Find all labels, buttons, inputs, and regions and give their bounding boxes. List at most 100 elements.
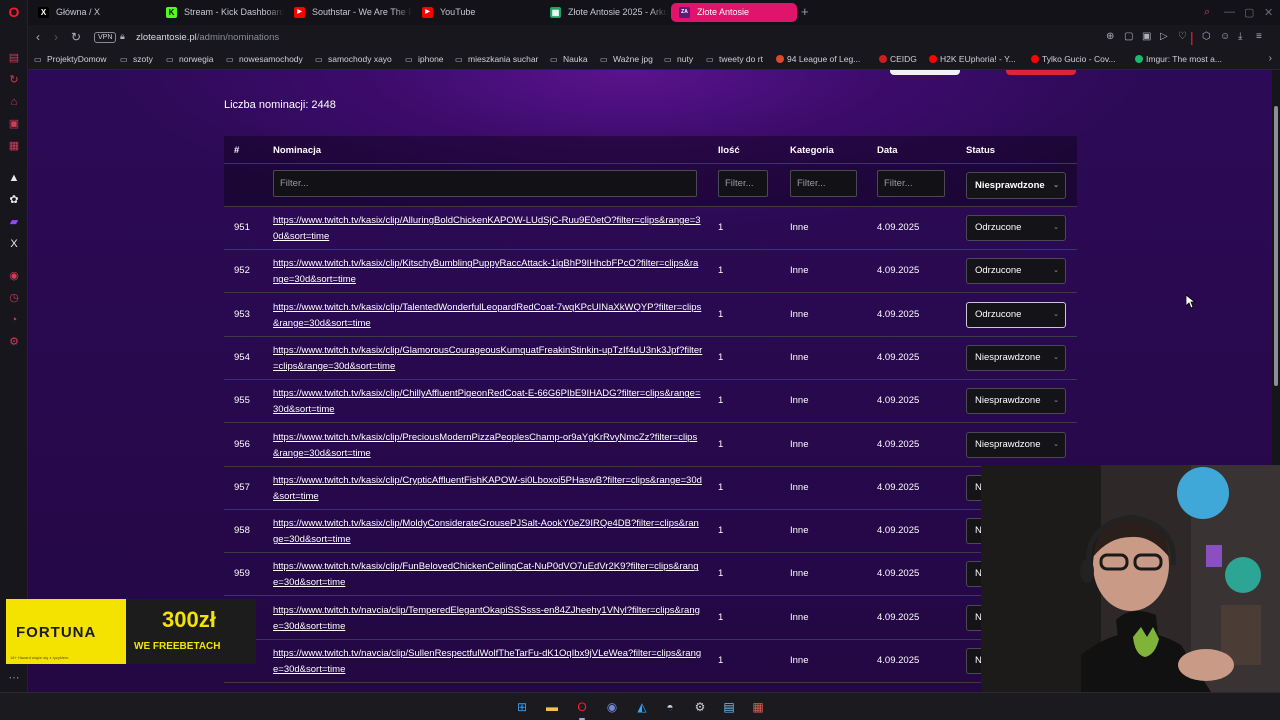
forward-icon[interactable]: › — [54, 30, 58, 44]
status-select[interactable]: Niesprawdzone ⌄ — [966, 388, 1066, 415]
nomination-link[interactable]: https://www.twitch.tv/kasix/clip/Kitschy… — [273, 256, 703, 288]
bookmark-link[interactable]: Tylko Gucio - Cov... — [1031, 54, 1116, 64]
bookmark-folder[interactable]: ▭ Ważne jpg — [600, 54, 653, 64]
status-select[interactable]: Odrzucone ⌄ — [966, 301, 1066, 328]
bookmark-folder[interactable]: ▭ iphone — [405, 54, 444, 64]
tab-sheets[interactable]: ▦ Złote Antosie 2025 - Arkusze — [542, 3, 668, 22]
snapshot-icon[interactable]: ▢ — [1124, 31, 1133, 42]
wallet-icon[interactable]: ▣ — [8, 118, 20, 130]
status-filter-select[interactable]: Niesprawdzone ⌄ — [966, 172, 1066, 199]
notepad-icon[interactable]: ▤ — [721, 699, 737, 715]
status-select[interactable]: Niesprawdzone ⌄ — [966, 344, 1066, 371]
shopping-icon[interactable]: ⌂ — [8, 96, 20, 108]
nomination-link[interactable]: https://www.twitch.tv/navcia/clip/Sullen… — [273, 646, 703, 678]
nomination-link[interactable]: https://www.twitch.tv/kasix/clip/ChillyA… — [273, 386, 703, 418]
nomination-link[interactable]: https://www.twitch.tv/kasix/clip/FunBelo… — [273, 559, 703, 591]
close-icon[interactable]: ✕ — [1264, 6, 1273, 19]
aria-ai-icon[interactable]: ▲ — [8, 172, 20, 184]
bookmarks-more-icon[interactable]: › — [1269, 53, 1272, 64]
heart-icon[interactable]: ♡ — [1178, 31, 1187, 42]
player-play-icon[interactable]: ▷ — [1160, 31, 1168, 42]
date-filter-input[interactable] — [877, 170, 945, 197]
start-icon[interactable]: ⊞ — [514, 699, 530, 715]
easy-setup-icon[interactable]: ≡ — [1256, 31, 1262, 42]
maximize-icon[interactable]: ▢ — [1244, 6, 1254, 19]
download-icon[interactable]: ⤓ — [1238, 31, 1242, 42]
bookmark-folder[interactable]: ▭ Nauka — [550, 54, 588, 64]
reload-icon[interactable]: ↻ — [71, 30, 81, 44]
messenger-taskbar-icon[interactable]: ◭ — [634, 699, 650, 715]
more-icon[interactable]: ⋯ — [8, 672, 20, 684]
steam-icon[interactable]: ◓ — [662, 699, 678, 715]
status-select[interactable]: Odrzucone ⌄ — [966, 215, 1066, 241]
scrollbar-thumb[interactable] — [1274, 106, 1278, 386]
header-qty[interactable]: Ilość — [718, 145, 740, 156]
extensions-icon[interactable]: ⬡ — [1202, 31, 1211, 42]
tab-zlote-antosie[interactable]: ZA Złote Antosie — [671, 3, 797, 22]
nomination-link[interactable]: https://www.twitch.tv/kasix/clip/MoldyCo… — [273, 516, 703, 548]
header-button[interactable] — [890, 70, 960, 75]
bookmark-link[interactable]: Imgur: The most a... — [1135, 54, 1222, 64]
history-icon[interactable]: ▤ — [8, 52, 20, 64]
header-category[interactable]: Kategoria — [790, 145, 834, 156]
new-tab-button[interactable]: + — [801, 4, 809, 19]
minimize-icon[interactable]: — — [1224, 6, 1235, 18]
nomination-link[interactable]: https://www.twitch.tv/kasix/clip/Talente… — [273, 300, 703, 332]
status-select[interactable]: Niesprawdzone ⌄ — [966, 431, 1066, 458]
tab-youtube[interactable]: ▶ YouTube — [414, 3, 540, 22]
header-date[interactable]: Data — [877, 145, 898, 156]
qty-filter-input[interactable] — [718, 170, 768, 197]
search-tabs-icon[interactable]: ⌕ — [1204, 6, 1210, 19]
refresh-feed-icon[interactable]: ↻ — [8, 74, 20, 86]
bookmark-folder[interactable]: ▭ nuty — [664, 54, 693, 64]
bookmark-folder[interactable]: ▭ mieszkania suchar — [455, 54, 538, 64]
bookmark-link[interactable]: 94 League of Leg... — [776, 54, 860, 64]
row-category: Inne — [790, 525, 809, 537]
back-icon[interactable]: ‹ — [36, 30, 40, 44]
nomination-link[interactable]: https://www.twitch.tv/kasix/clip/Preciou… — [273, 430, 703, 462]
bookmark-folder[interactable]: ▭ szoty — [120, 54, 153, 64]
header-nomination[interactable]: Nominacja — [273, 145, 321, 156]
bookmark-link[interactable]: CEIDG — [879, 54, 917, 64]
twitch-icon[interactable]: ▰ — [8, 216, 20, 228]
url-field[interactable]: zloteantosie.pl/admin/nominations — [136, 32, 279, 43]
header-logout-button[interactable] — [1006, 70, 1076, 75]
nomination-link[interactable]: https://www.twitch.tv/navcia/clip/Temper… — [273, 603, 703, 635]
clock-icon[interactable]: ◷ — [8, 292, 20, 304]
calendar-icon[interactable]: ▦ — [8, 140, 20, 152]
nomination-filter-input[interactable] — [273, 170, 697, 197]
chatgpt-icon[interactable]: ✿ — [8, 194, 20, 206]
vpn-badge[interactable]: VPN — [94, 32, 117, 43]
lock-icon[interactable]: 🔒︎ — [120, 31, 125, 42]
messenger-icon[interactable]: ◔ — [8, 314, 20, 326]
x-sidebar-icon[interactable]: X — [8, 238, 20, 250]
bookmark-folder[interactable]: ▭ nowesamochody — [226, 54, 303, 64]
settings-icon[interactable]: ⚙ — [8, 336, 20, 348]
category-filter-input[interactable] — [790, 170, 857, 197]
opera-logo-icon[interactable]: O — [7, 5, 21, 19]
bookmark-icon[interactable]: ⊕ — [1106, 31, 1114, 42]
player-icon[interactable]: ◉ — [8, 270, 20, 282]
opera-taskbar-icon[interactable]: O — [574, 699, 590, 715]
bookmark-folder[interactable]: ▭ samochody xayo — [315, 54, 392, 64]
discord-icon[interactable]: ◉ — [604, 699, 620, 715]
bookmark-link[interactable]: H2K EUphoria! - Y... — [929, 54, 1016, 64]
file-explorer-icon[interactable]: ▬ — [544, 699, 560, 715]
header-status[interactable]: Status — [966, 145, 995, 156]
nomination-link[interactable]: https://www.twitch.tv/kasix/clip/Cryptic… — [273, 473, 703, 505]
settings-taskbar-icon[interactable]: ⚙ — [692, 699, 708, 715]
nomination-link[interactable]: https://www.twitch.tv/kasix/clip/Glamoro… — [273, 343, 703, 375]
status-select[interactable]: Odrzucone ⌄ — [966, 258, 1066, 285]
header-num[interactable]: # — [234, 145, 239, 156]
tab-kick-dashboard[interactable]: K Stream - Kick Dashboard — [158, 3, 284, 22]
account-icon[interactable]: ☺ — [1220, 31, 1230, 42]
row-category: Inne — [790, 655, 809, 666]
nomination-link[interactable]: https://www.twitch.tv/kasix/clip/Allurin… — [273, 213, 703, 245]
pinboard-icon[interactable]: ▣ — [1142, 31, 1151, 42]
bookmark-folder[interactable]: ▭ norwegia — [166, 54, 214, 64]
bookmark-folder[interactable]: ▭ tweety do rt — [706, 54, 763, 64]
tab-southstar[interactable]: ▶ Southstar - We Are The People — [286, 3, 412, 22]
app-icon[interactable]: ▦ — [750, 699, 766, 715]
bookmark-folder[interactable]: ▭ ProjektyDomow — [34, 54, 107, 64]
tab-x-home[interactable]: X Główna / X — [30, 3, 156, 22]
